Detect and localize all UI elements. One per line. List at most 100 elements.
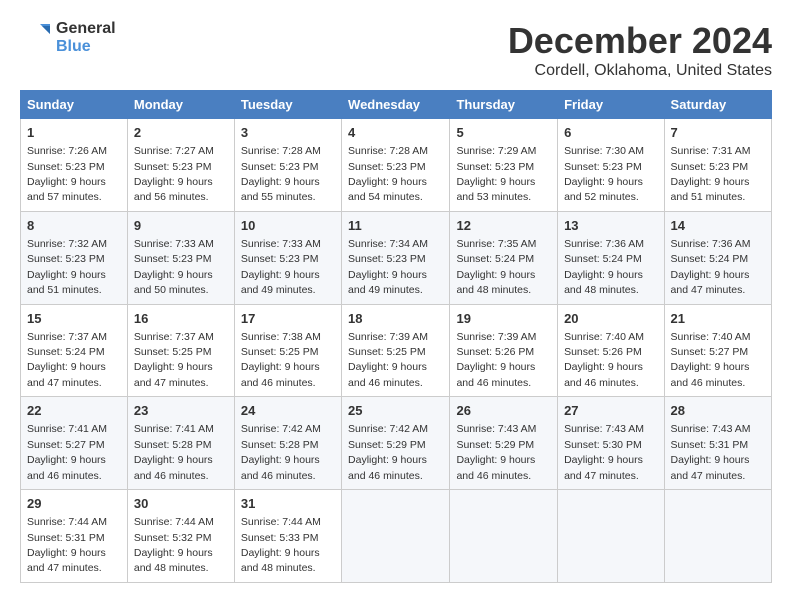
day-number: 15	[27, 310, 121, 328]
day-number: 28	[671, 402, 765, 420]
calendar-header-row: Sunday Monday Tuesday Wednesday Thursday…	[21, 91, 772, 119]
day-info: Sunrise: 7:28 AMSunset: 5:23 PMDaylight:…	[348, 145, 428, 203]
calendar-cell: 11 Sunrise: 7:34 AMSunset: 5:23 PMDayligh…	[342, 211, 450, 304]
day-info: Sunrise: 7:36 AMSunset: 5:24 PMDaylight:…	[564, 238, 644, 296]
calendar-cell: 16 Sunrise: 7:37 AMSunset: 5:25 PMDayligh…	[127, 304, 234, 397]
col-sunday: Sunday	[21, 91, 128, 119]
calendar-cell: 14Sunrise: 7:36 AMSunset: 5:24 PMDayligh…	[664, 211, 771, 304]
day-number: 29	[27, 495, 121, 513]
calendar-cell: 19 Sunrise: 7:39 AMSunset: 5:26 PMDayligh…	[450, 304, 558, 397]
calendar-cell: 28 Sunrise: 7:43 AMSunset: 5:31 PMDayligh…	[664, 397, 771, 490]
calendar-cell: 21 Sunrise: 7:40 AMSunset: 5:27 PMDayligh…	[664, 304, 771, 397]
day-info: Sunrise: 7:35 AMSunset: 5:24 PMDaylight:…	[456, 238, 536, 296]
day-number: 3	[241, 124, 335, 142]
day-info: Sunrise: 7:33 AMSunset: 5:23 PMDaylight:…	[134, 238, 214, 296]
day-number: 2	[134, 124, 228, 142]
day-number: 16	[134, 310, 228, 328]
title-section: December 2024 Cordell, Oklahoma, United …	[508, 20, 772, 80]
calendar-cell: 8 Sunrise: 7:32 AMSunset: 5:23 PMDaylight…	[21, 211, 128, 304]
day-info: Sunrise: 7:28 AMSunset: 5:23 PMDaylight:…	[241, 145, 321, 203]
calendar-cell: 2Sunrise: 7:27 AMSunset: 5:23 PMDaylight…	[127, 119, 234, 212]
day-number: 17	[241, 310, 335, 328]
day-info: Sunrise: 7:44 AMSunset: 5:32 PMDaylight:…	[134, 516, 214, 574]
day-info: Sunrise: 7:42 AMSunset: 5:28 PMDaylight:…	[241, 423, 321, 481]
day-number: 24	[241, 402, 335, 420]
day-number: 4	[348, 124, 443, 142]
day-info: Sunrise: 7:44 AMSunset: 5:33 PMDaylight:…	[241, 516, 321, 574]
location: Cordell, Oklahoma, United States	[508, 62, 772, 80]
day-number: 25	[348, 402, 443, 420]
calendar-cell: 17 Sunrise: 7:38 AMSunset: 5:25 PMDayligh…	[234, 304, 341, 397]
day-info: Sunrise: 7:41 AMSunset: 5:28 PMDaylight:…	[134, 423, 214, 481]
day-number: 9	[134, 217, 228, 235]
day-info: Sunrise: 7:40 AMSunset: 5:27 PMDaylight:…	[671, 331, 751, 389]
day-info: Sunrise: 7:30 AMSunset: 5:23 PMDaylight:…	[564, 145, 644, 203]
day-number: 1	[27, 124, 121, 142]
day-info: Sunrise: 7:42 AMSunset: 5:29 PMDaylight:…	[348, 423, 428, 481]
day-info: Sunrise: 7:39 AMSunset: 5:25 PMDaylight:…	[348, 331, 428, 389]
day-number: 19	[456, 310, 551, 328]
day-info: Sunrise: 7:34 AMSunset: 5:23 PMDaylight:…	[348, 238, 428, 296]
calendar-week-row: 15 Sunrise: 7:37 AMSunset: 5:24 PMDayligh…	[21, 304, 772, 397]
logo: General Blue	[20, 20, 116, 57]
calendar-cell: 26Sunrise: 7:43 AMSunset: 5:29 PMDayligh…	[450, 397, 558, 490]
calendar-cell	[664, 490, 771, 583]
day-info: Sunrise: 7:39 AMSunset: 5:26 PMDaylight:…	[456, 331, 536, 389]
day-number: 21	[671, 310, 765, 328]
day-info: Sunrise: 7:37 AMSunset: 5:24 PMDaylight:…	[27, 331, 107, 389]
day-info: Sunrise: 7:31 AMSunset: 5:23 PMDaylight:…	[671, 145, 751, 203]
header-section: General Blue December 2024 Cordell, Okla…	[20, 20, 772, 80]
day-number: 26	[456, 402, 551, 420]
day-info: Sunrise: 7:37 AMSunset: 5:25 PMDaylight:…	[134, 331, 214, 389]
day-number: 22	[27, 402, 121, 420]
day-number: 30	[134, 495, 228, 513]
calendar-week-row: 29Sunrise: 7:44 AMSunset: 5:31 PMDayligh…	[21, 490, 772, 583]
day-info: Sunrise: 7:43 AMSunset: 5:31 PMDaylight:…	[671, 423, 751, 481]
calendar-cell: 25 Sunrise: 7:42 AMSunset: 5:29 PMDayligh…	[342, 397, 450, 490]
day-number: 8	[27, 217, 121, 235]
day-number: 6	[564, 124, 657, 142]
day-number: 7	[671, 124, 765, 142]
day-number: 18	[348, 310, 443, 328]
col-thursday: Thursday	[450, 91, 558, 119]
day-number: 12	[456, 217, 551, 235]
calendar-cell: 22 Sunrise: 7:41 AMSunset: 5:27 PMDayligh…	[21, 397, 128, 490]
day-number: 27	[564, 402, 657, 420]
day-info: Sunrise: 7:33 AMSunset: 5:23 PMDaylight:…	[241, 238, 321, 296]
day-number: 20	[564, 310, 657, 328]
day-number: 23	[134, 402, 228, 420]
calendar-cell: 23 Sunrise: 7:41 AMSunset: 5:28 PMDayligh…	[127, 397, 234, 490]
calendar-cell: 7 Sunrise: 7:31 AMSunset: 5:23 PMDaylight…	[664, 119, 771, 212]
day-number: 11	[348, 217, 443, 235]
calendar-week-row: 22 Sunrise: 7:41 AMSunset: 5:27 PMDayligh…	[21, 397, 772, 490]
logo-general: General	[56, 20, 116, 38]
day-number: 14	[671, 217, 765, 235]
col-saturday: Saturday	[664, 91, 771, 119]
day-info: Sunrise: 7:29 AMSunset: 5:23 PMDaylight:…	[456, 145, 536, 203]
calendar-cell: 3 Sunrise: 7:28 AMSunset: 5:23 PMDaylight…	[234, 119, 341, 212]
calendar-cell: 27Sunrise: 7:43 AMSunset: 5:30 PMDayligh…	[558, 397, 664, 490]
month-title: December 2024	[508, 20, 772, 62]
calendar-cell: 5Sunrise: 7:29 AMSunset: 5:23 PMDaylight…	[450, 119, 558, 212]
calendar-cell: 13 Sunrise: 7:36 AMSunset: 5:24 PMDayligh…	[558, 211, 664, 304]
day-info: Sunrise: 7:38 AMSunset: 5:25 PMDaylight:…	[241, 331, 321, 389]
col-tuesday: Tuesday	[234, 91, 341, 119]
calendar-cell	[450, 490, 558, 583]
calendar-week-row: 8 Sunrise: 7:32 AMSunset: 5:23 PMDaylight…	[21, 211, 772, 304]
day-number: 13	[564, 217, 657, 235]
day-info: Sunrise: 7:32 AMSunset: 5:23 PMDaylight:…	[27, 238, 107, 296]
calendar-cell: 12 Sunrise: 7:35 AMSunset: 5:24 PMDayligh…	[450, 211, 558, 304]
day-info: Sunrise: 7:40 AMSunset: 5:26 PMDaylight:…	[564, 331, 644, 389]
logo-svg	[20, 22, 52, 54]
day-number: 10	[241, 217, 335, 235]
day-info: Sunrise: 7:41 AMSunset: 5:27 PMDaylight:…	[27, 423, 107, 481]
calendar-cell: 30 Sunrise: 7:44 AMSunset: 5:32 PMDayligh…	[127, 490, 234, 583]
calendar-cell: 9 Sunrise: 7:33 AMSunset: 5:23 PMDaylight…	[127, 211, 234, 304]
calendar-cell: 31Sunrise: 7:44 AMSunset: 5:33 PMDayligh…	[234, 490, 341, 583]
calendar-cell: 10 Sunrise: 7:33 AMSunset: 5:23 PMDayligh…	[234, 211, 341, 304]
calendar-table: Sunday Monday Tuesday Wednesday Thursday…	[20, 90, 772, 583]
calendar-week-row: 1Sunrise: 7:26 AMSunset: 5:23 PMDaylight…	[21, 119, 772, 212]
col-monday: Monday	[127, 91, 234, 119]
calendar-cell: 29Sunrise: 7:44 AMSunset: 5:31 PMDayligh…	[21, 490, 128, 583]
calendar-cell: 24 Sunrise: 7:42 AMSunset: 5:28 PMDayligh…	[234, 397, 341, 490]
